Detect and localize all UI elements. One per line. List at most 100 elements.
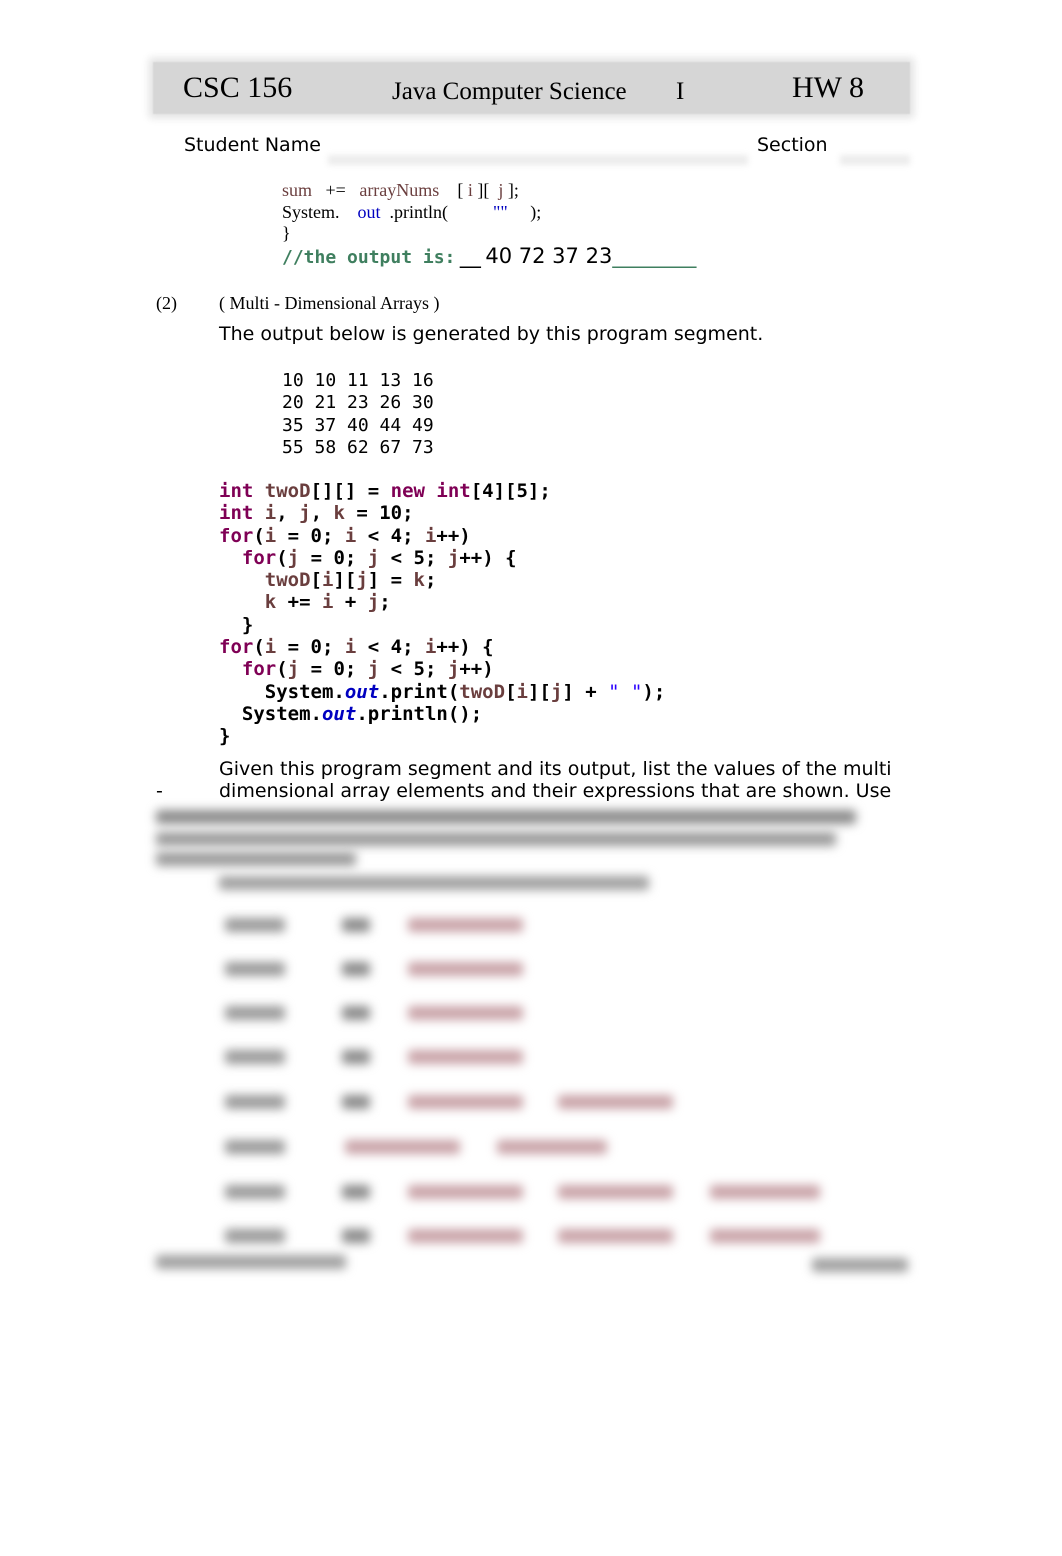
problem-topic: ( Multi - Dimensional Arrays ) [219,293,440,313]
token-bracket-mid: ][ [477,180,490,200]
code-text: ] + [562,680,609,703]
code-text: < 4; [356,524,425,547]
code-text: ( [276,658,288,681]
output-row: 55 58 62 67 73 [282,437,434,459]
token-i: i [467,180,473,200]
code-text: += [276,591,322,614]
obscured-index [342,918,370,932]
code-text: ++) { [436,636,494,659]
code-text: ( [253,636,265,659]
code-text: . [310,702,322,725]
obscured-expression [408,1185,523,1199]
code-text: ++) [459,658,494,681]
output-row: 35 37 40 44 49 [282,414,434,436]
code-field: out [344,680,380,703]
code-variable: j [550,680,563,703]
code-variable: j [447,546,460,569]
code-line-brace: } [282,223,291,243]
code-variable: i [424,636,437,659]
answer-prefix: __ [459,244,481,268]
code-variable: i [321,591,334,614]
code-text: . [356,702,368,725]
token-op: += [325,180,346,200]
obscured-index [342,1050,370,1064]
obscured-expression [408,1229,523,1243]
token-out: out [357,202,381,222]
code-variable: twoD [264,569,311,592]
code-field: out [321,702,357,725]
obscured-expression [408,1050,523,1064]
token-system: System. [282,202,340,222]
code-text: } [219,725,231,748]
code-line-sum: sum += arrayNums [ i ][ j ]; [282,179,519,201]
code-text: } [219,613,254,636]
code-text: ; [425,569,437,592]
code-text: System [264,680,334,703]
code-text: < 4; [356,636,425,659]
obscured-expression [710,1229,820,1243]
code-keyword: for [219,524,254,547]
code-keyword: int [219,502,254,525]
obscured-answer-blank [225,1095,285,1109]
code-line: for(i = 0; i < 4; i++) [219,525,665,547]
code-line: int twoD[][] = new int[4][5]; [219,480,665,502]
obscured-expression [345,1140,460,1154]
course-title: Java Computer Science [392,78,627,105]
obscured-text [219,876,649,890]
code-variable: j [367,658,380,681]
obscured-answer-blank [225,918,285,932]
student-name-field[interactable] [328,155,748,165]
program-code: int twoD[][] = new int[4][5]; int i, j, k… [219,480,665,748]
code-line: k += i + j; [219,591,665,613]
code-variable: j [299,502,311,525]
obscured-expression [558,1229,673,1243]
obscured-answer-blank [225,1006,285,1020]
code-variable: i [264,636,277,659]
output-answer-line: //the output is: __ 40 72 37 23________ [282,245,696,269]
token-sum: sum [282,180,313,200]
code-text: ] = [367,569,414,592]
output-row: 10 10 11 13 16 [282,370,434,391]
token-end: ); [530,202,542,222]
code-variable: i [321,569,334,592]
obscured-expression [558,1095,673,1109]
code-text: (); [447,702,483,725]
code-line: System.out.print(twoD[i][j] + " "); [219,680,666,703]
code-string: " " [608,680,643,703]
question-line-1: Given this program segment and its outpu… [219,758,892,780]
code-keyword: for [219,636,254,659]
obscured-page-number [812,1258,908,1272]
output-row: 20 21 23 26 30 [282,392,434,414]
answer-value[interactable]: 40 72 37 23 [485,244,612,268]
token-bracket: [ [457,180,464,200]
code-text: ++) { [459,546,517,569]
code-variable: j [367,591,380,614]
code-text: System [241,702,311,725]
code-text: [][] = [310,480,391,502]
section-field[interactable] [840,155,910,165]
obscured-footer [156,1255,346,1269]
code-variable: i [424,524,437,547]
code-variable: i [344,524,357,547]
code-text: [4][5]; [470,480,551,502]
code-text: ); [642,680,666,703]
code-text: < 5; [379,658,448,681]
token-array: arrayNums [359,180,440,200]
code-keyword: for [241,658,277,681]
code-variable: twoD [264,480,311,502]
student-name-label: Student Name [184,134,321,156]
obscured-text [156,852,356,866]
question-dash: - [156,780,163,802]
obscured-expression [710,1185,820,1199]
code-line: int i, j, k = 10; [219,502,665,524]
problem-intro: The output below is generated by this pr… [219,323,764,345]
course-level: I [676,78,685,105]
code-text: = 0; [276,636,345,659]
obscured-answer-blank [225,962,285,976]
